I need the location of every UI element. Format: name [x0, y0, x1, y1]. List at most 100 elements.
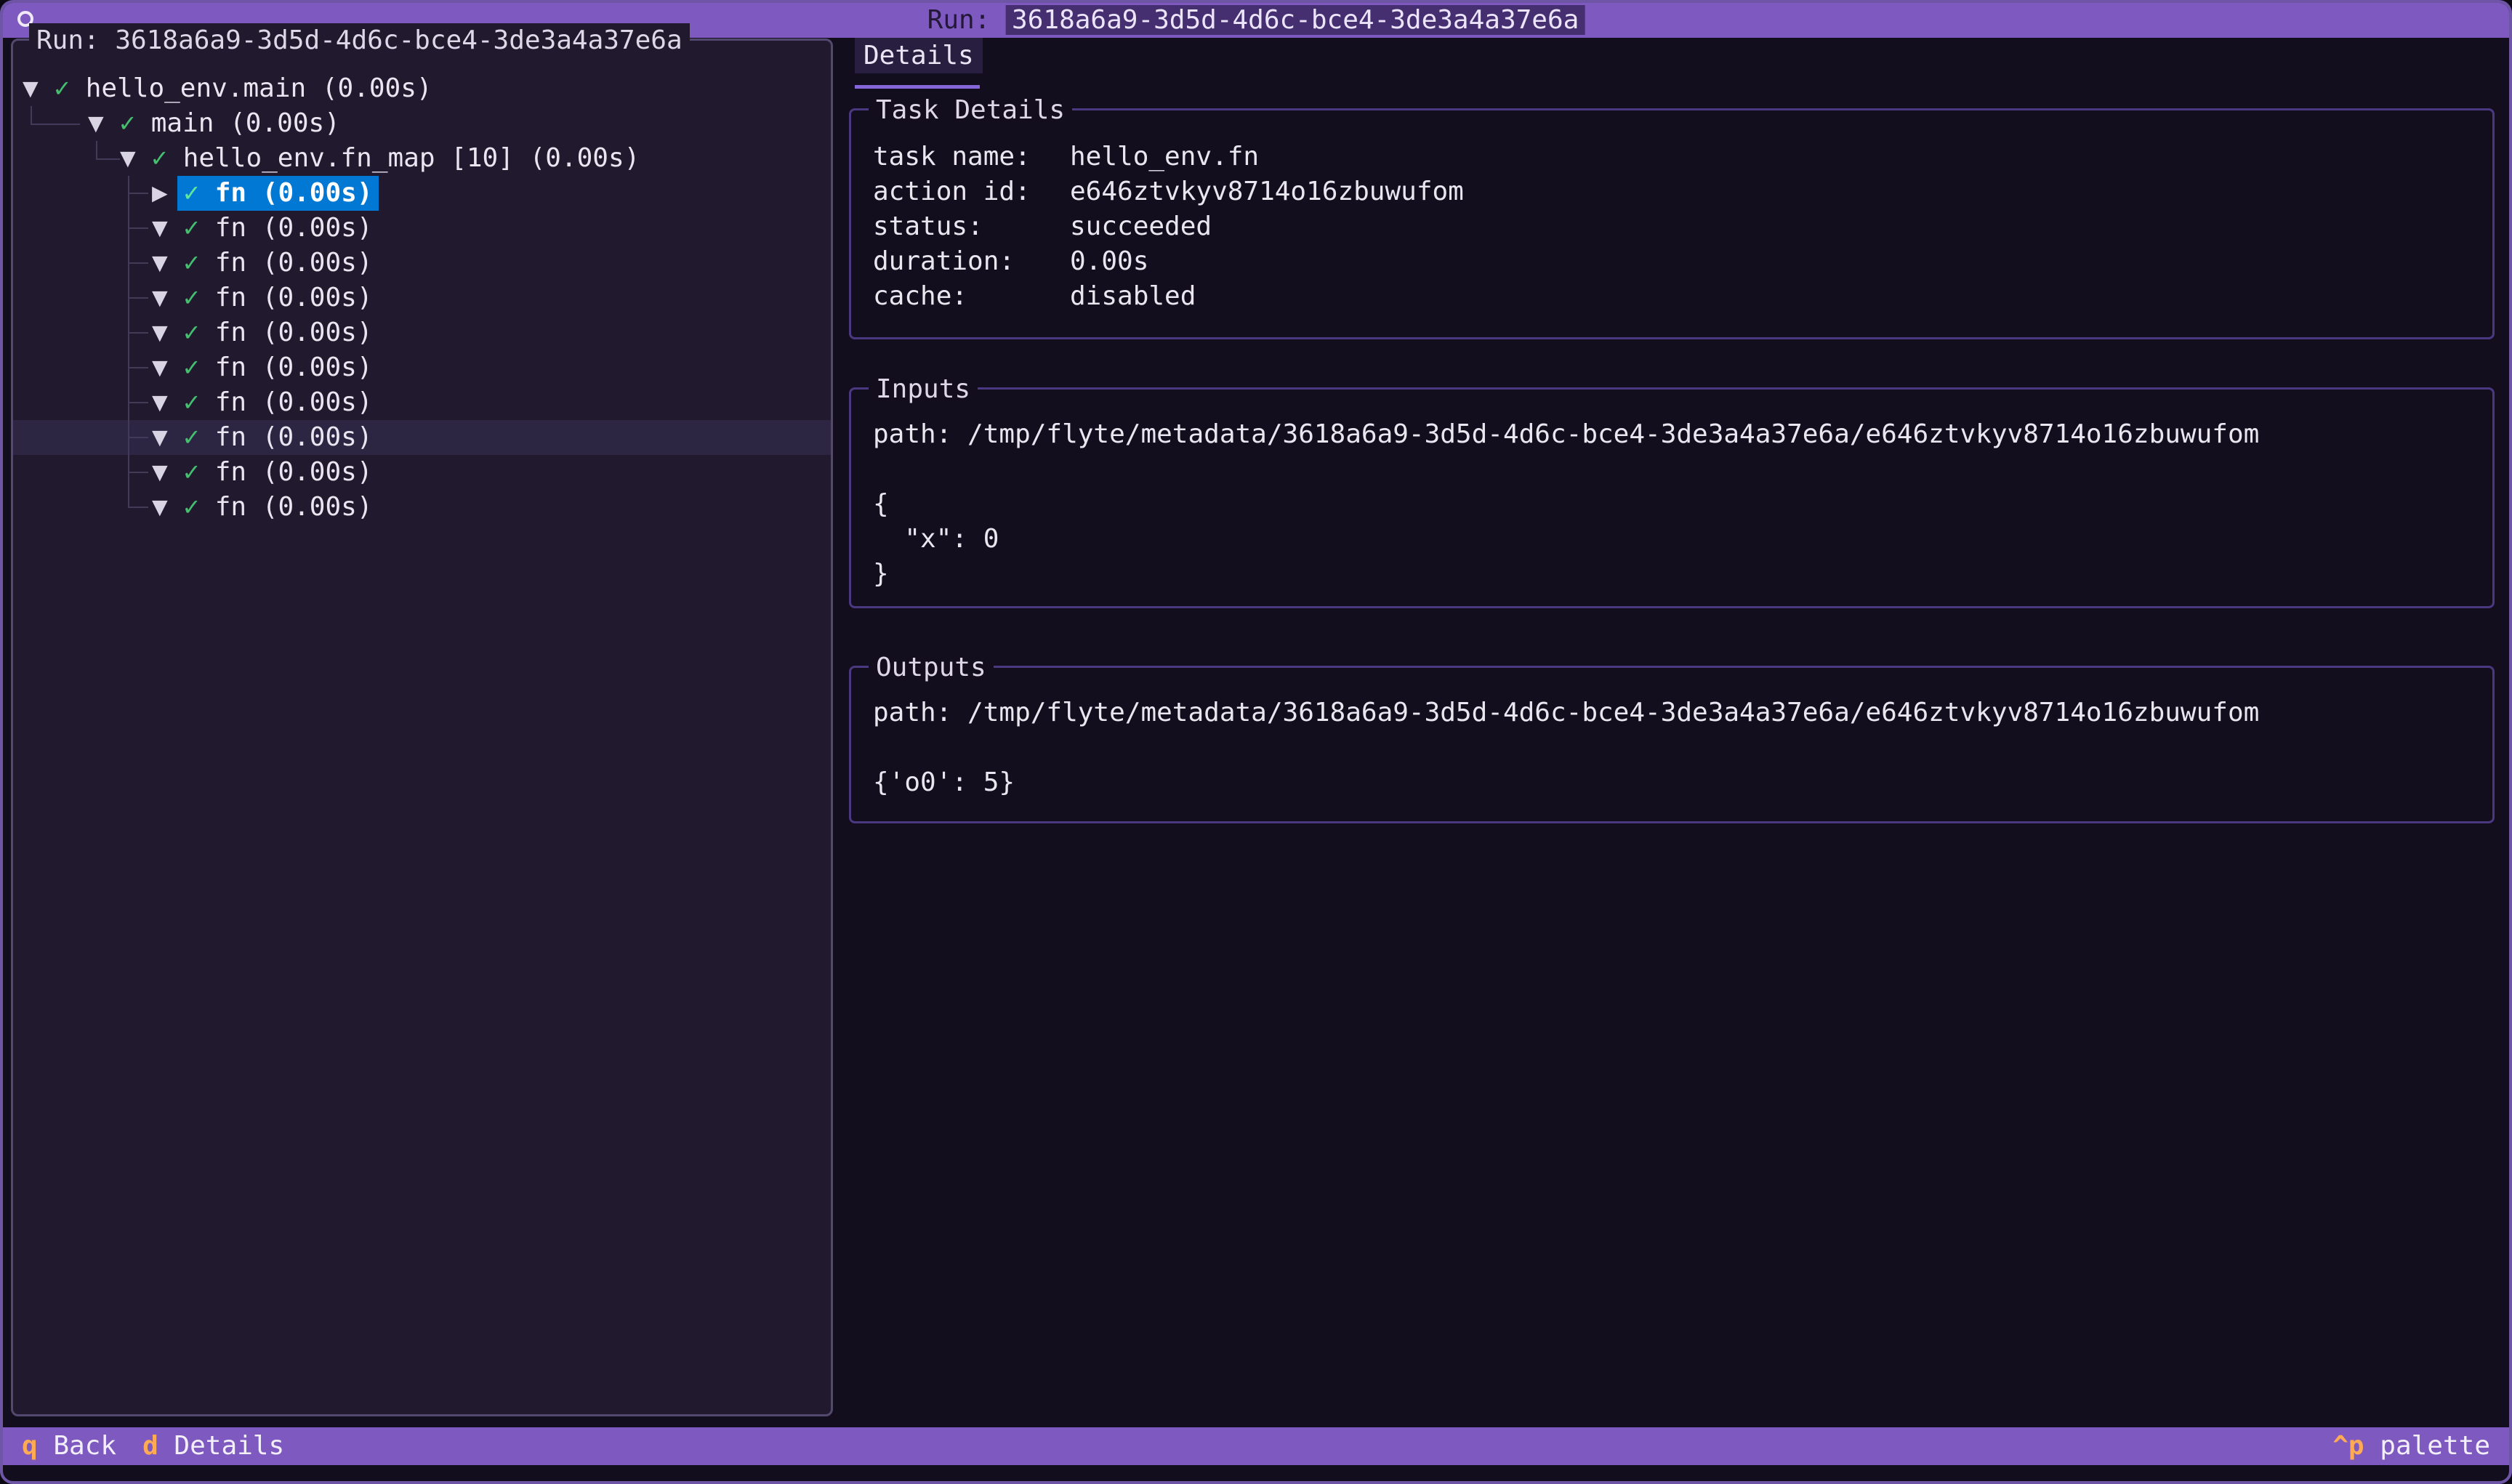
success-check-icon: ✓ — [183, 283, 199, 312]
tree-guide — [128, 437, 148, 438]
success-check-icon: ✓ — [183, 248, 199, 278]
tree-row[interactable]: ▼ ✓ fn (0.00s) — [13, 246, 831, 281]
expanded-arrow-icon[interactable]: ▼ — [152, 387, 168, 417]
task-field-key: duration: — [873, 244, 1070, 279]
task-field-row: duration:0.00s — [873, 244, 2492, 279]
success-check-icon: ✓ — [183, 213, 199, 243]
success-check-icon: ✓ — [183, 457, 199, 487]
expanded-arrow-icon[interactable]: ▼ — [152, 213, 168, 243]
tree-node-label: fn (0.00s) — [215, 213, 373, 243]
tree-row[interactable]: ▶ ✓ fn (0.00s) — [13, 176, 831, 211]
task-field-value: disabled — [1070, 281, 1196, 311]
run-tree-panel: Run: 3618a6a9-3d5d-4d6c-bce4-3de3a4a37e6… — [11, 39, 833, 1416]
tree-node-label: hello_env.fn_map [10] (0.00s) — [183, 143, 640, 173]
tree-row[interactable]: ▼ ✓ fn (0.00s) — [13, 211, 831, 246]
expanded-arrow-icon[interactable]: ▼ — [152, 318, 168, 347]
footer-binding-key: q — [22, 1431, 38, 1461]
tree-row[interactable]: ▼ ✓ fn (0.00s) — [13, 315, 831, 350]
details-area: Details Task Details task name:hello_env… — [849, 35, 2495, 1427]
task-field-row: action id:e646ztvkyv8714o16zbuwufom — [873, 174, 2492, 209]
tree-guide — [128, 332, 148, 334]
footer-binding-label: Back — [38, 1431, 116, 1461]
tree-guide — [96, 141, 120, 160]
task-field-key: cache: — [873, 279, 1070, 314]
tree-guide — [128, 262, 148, 264]
outputs-body: {'o0': 5} — [873, 765, 2492, 800]
footer-binding-key: d — [142, 1431, 158, 1461]
task-field-row: cache:disabled — [873, 279, 2492, 314]
selected-tree-node[interactable]: ✓ fn (0.00s) — [177, 176, 378, 211]
expanded-arrow-icon[interactable]: ▼ — [88, 108, 104, 138]
tree-guide — [128, 490, 129, 507]
inputs-title: Inputs — [869, 372, 978, 407]
tree-node-label: fn (0.00s) — [215, 352, 373, 382]
tree-guide — [128, 227, 148, 229]
tree-guide — [128, 176, 129, 211]
header-title: Run: 3618a6a9-3d5d-4d6c-bce4-3de3a4a37e6… — [927, 3, 1585, 38]
tree-node-label: fn (0.00s) — [215, 283, 373, 312]
inputs-body: { "x": 0 } — [873, 487, 2492, 592]
success-check-icon: ✓ — [183, 422, 199, 452]
success-check-icon: ✓ — [183, 178, 199, 208]
tree-guide — [128, 315, 129, 350]
collapsed-arrow-icon[interactable]: ▶ — [152, 178, 168, 208]
tree-row[interactable]: ▼ ✓ fn (0.00s) — [13, 281, 831, 315]
tree-row[interactable]: ▼ ✓ hello_env.main (0.00s) — [13, 71, 831, 106]
footer-palette-binding: ^p palette — [2332, 1427, 2490, 1465]
success-check-icon: ✓ — [183, 352, 199, 382]
app-window: Run: 3618a6a9-3d5d-4d6c-bce4-3de3a4a37e6… — [0, 0, 2512, 1484]
footer-binding-key: ^p — [2332, 1431, 2364, 1461]
footer-bar: q Backd Details ^p palette — [3, 1427, 2509, 1465]
expanded-arrow-icon[interactable]: ▼ — [152, 457, 168, 487]
tree-guide — [128, 385, 129, 420]
tree-row[interactable]: ▼ ✓ fn (0.00s) — [13, 385, 831, 420]
inputs-box: Inputs path: /tmp/flyte/metadata/3618a6a… — [849, 387, 2495, 608]
task-field-key: status: — [873, 209, 1070, 244]
tree-guide — [128, 367, 148, 368]
tree-node-label: fn (0.00s) — [215, 248, 373, 278]
tree-row[interactable]: ▼ ✓ main (0.00s) — [13, 106, 831, 141]
footer-binding[interactable]: q Back — [22, 1427, 116, 1465]
expanded-arrow-icon[interactable]: ▼ — [23, 73, 39, 103]
tree-row[interactable]: ▼ ✓ fn (0.00s) — [13, 455, 831, 490]
task-fields: task name:hello_env.fnaction id:e646ztvk… — [851, 110, 2492, 314]
footer-binding[interactable]: ^p palette — [2332, 1427, 2490, 1465]
outputs-path: path: /tmp/flyte/metadata/3618a6a9-3d5d-… — [851, 668, 2492, 730]
success-check-icon: ✓ — [183, 387, 199, 417]
footer-binding[interactable]: d Details — [142, 1427, 284, 1465]
footer-binding-label: palette — [2364, 1431, 2490, 1461]
task-field-value: succeeded — [1070, 211, 1212, 241]
expanded-arrow-icon[interactable]: ▼ — [152, 283, 168, 312]
tab-details[interactable]: Details — [855, 38, 983, 73]
tree-guide — [128, 420, 129, 455]
tree-row[interactable]: ▼ ✓ fn (0.00s) — [13, 420, 831, 455]
outputs-title: Outputs — [869, 650, 994, 685]
tree-row[interactable]: ▼ ✓ fn (0.00s) — [13, 350, 831, 385]
tree-guide — [128, 246, 129, 281]
expanded-arrow-icon[interactable]: ▼ — [152, 492, 168, 522]
success-check-icon: ✓ — [119, 108, 135, 138]
run-tree[interactable]: ▼ ✓ hello_env.main (0.00s)▼ ✓ main (0.00… — [13, 41, 831, 1414]
tree-guide — [128, 507, 148, 508]
expanded-arrow-icon[interactable]: ▼ — [152, 248, 168, 278]
tree-node-label: fn (0.00s) — [215, 422, 373, 452]
success-check-icon: ✓ — [183, 318, 199, 347]
tree-node-label: main (0.00s) — [151, 108, 340, 138]
tree-guide — [128, 211, 129, 246]
tree-row[interactable]: ▼ ✓ hello_env.fn_map [10] (0.00s) — [13, 141, 831, 176]
tree-node-label: fn (0.00s) — [215, 457, 373, 487]
task-field-value: e646ztvkyv8714o16zbuwufom — [1070, 177, 1464, 206]
expanded-arrow-icon[interactable]: ▼ — [152, 422, 168, 452]
tree-guide — [128, 297, 148, 299]
success-check-icon: ✓ — [54, 73, 70, 103]
task-field-value: 0.00s — [1070, 246, 1148, 276]
tree-row[interactable]: ▼ ✓ fn (0.00s) — [13, 490, 831, 525]
task-field-row: status:succeeded — [873, 209, 2492, 244]
tree-guide — [128, 350, 129, 385]
footer-binding-label: Details — [158, 1431, 284, 1461]
header-title-prefix: Run: — [927, 5, 1006, 35]
expanded-arrow-icon[interactable]: ▼ — [120, 143, 136, 173]
success-check-icon: ✓ — [183, 492, 199, 522]
active-tab-underline — [855, 85, 980, 89]
expanded-arrow-icon[interactable]: ▼ — [152, 352, 168, 382]
